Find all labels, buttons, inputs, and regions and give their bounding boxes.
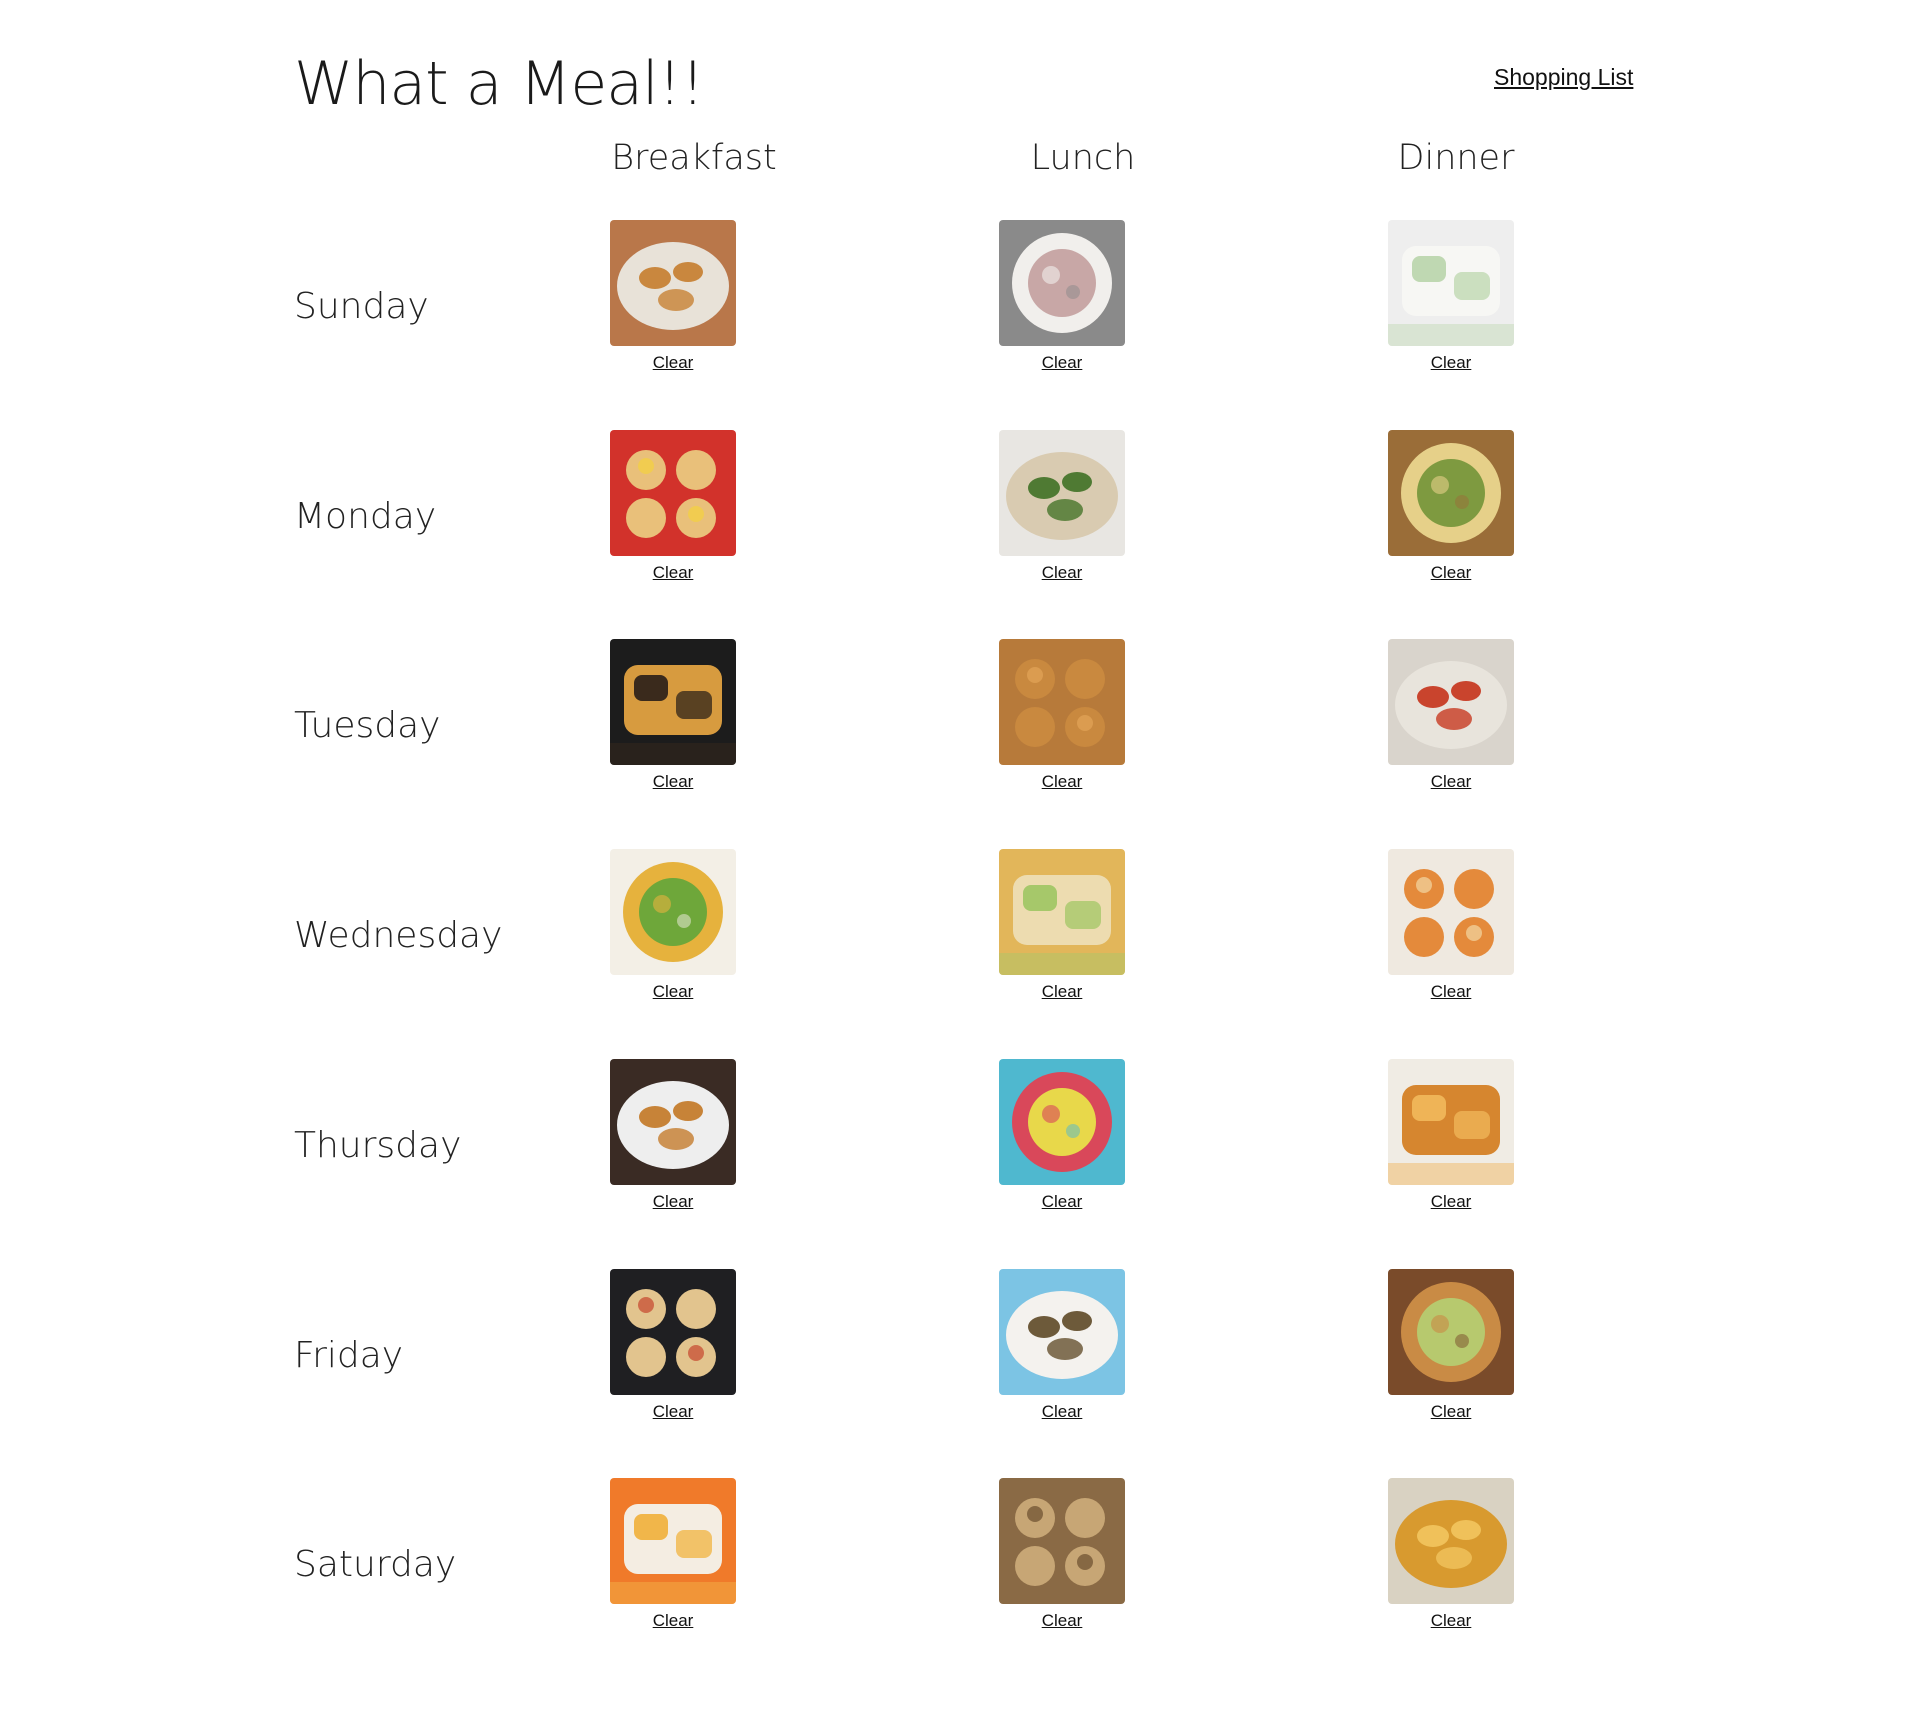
chips-and-veggies-photo[interactable] — [999, 849, 1125, 975]
day-label-sunday: Sunday — [294, 286, 429, 327]
pigs-in-blanket-photo[interactable] — [610, 220, 736, 346]
clear-link[interactable]: Clear — [610, 563, 736, 583]
meal-cell-tuesday-lunch: Clear — [999, 639, 1125, 792]
clear-link[interactable]: Clear — [999, 563, 1125, 583]
seeded-bread-photo[interactable] — [1388, 849, 1514, 975]
meal-cell-saturday-dinner: Clear — [1388, 1478, 1514, 1631]
clear-link[interactable]: Clear — [1388, 563, 1514, 583]
dinner-rolls-photo[interactable] — [1388, 1059, 1514, 1185]
green-salad-photo[interactable] — [999, 430, 1125, 556]
clear-link[interactable]: Clear — [610, 1192, 736, 1212]
calzone-photo[interactable] — [1388, 430, 1514, 556]
clear-link[interactable]: Clear — [999, 982, 1125, 1002]
mint-ice-cream-photo[interactable] — [1388, 220, 1514, 346]
yeast-rolls-photo[interactable] — [1388, 1478, 1514, 1604]
meal-cell-thursday-lunch: Clear — [999, 1059, 1125, 1212]
meal-cell-friday-breakfast: Clear — [610, 1269, 736, 1422]
clear-link[interactable]: Clear — [610, 772, 736, 792]
meal-cell-wednesday-breakfast: Clear — [610, 849, 736, 1002]
clear-link[interactable]: Clear — [610, 1402, 736, 1422]
clear-link[interactable]: Clear — [610, 353, 736, 373]
meal-cell-friday-dinner: Clear — [1388, 1269, 1514, 1422]
grain-bowl-photo[interactable] — [999, 1269, 1125, 1395]
meal-cell-saturday-breakfast: Clear — [610, 1478, 736, 1631]
meal-cell-friday-lunch: Clear — [999, 1269, 1125, 1422]
strawberry-smoothie-photo[interactable] — [999, 1059, 1125, 1185]
meal-cell-sunday-breakfast: Clear — [610, 220, 736, 373]
clear-link[interactable]: Clear — [1388, 772, 1514, 792]
meal-cell-monday-dinner: Clear — [1388, 430, 1514, 583]
page-title: What a Meal!! — [294, 49, 705, 119]
clear-link[interactable]: Clear — [999, 1192, 1125, 1212]
shopping-list-link[interactable]: Shopping List — [1494, 64, 1633, 91]
meal-cell-monday-lunch: Clear — [999, 430, 1125, 583]
meal-cell-thursday-dinner: Clear — [1388, 1059, 1514, 1212]
day-label-wednesday: Wednesday — [294, 915, 503, 956]
day-label-saturday: Saturday — [294, 1544, 457, 1585]
parfait-cups-photo[interactable] — [610, 1478, 736, 1604]
clear-link[interactable]: Clear — [1388, 1192, 1514, 1212]
meal-cell-sunday-lunch: Clear — [999, 220, 1125, 373]
clear-link[interactable]: Clear — [999, 1611, 1125, 1631]
quick-bread-photo[interactable] — [999, 1478, 1125, 1604]
crescent-rolls-photo[interactable] — [610, 1059, 736, 1185]
meal-cell-wednesday-lunch: Clear — [999, 849, 1125, 1002]
egg-casserole-photo[interactable] — [610, 849, 736, 975]
column-header-breakfast: Breakfast — [611, 138, 777, 178]
clear-link[interactable]: Clear — [1388, 353, 1514, 373]
clear-link[interactable]: Clear — [1388, 1402, 1514, 1422]
day-label-tuesday: Tuesday — [294, 705, 441, 746]
breakfast-burrito-photo[interactable] — [610, 430, 736, 556]
day-label-monday: Monday — [294, 496, 437, 537]
meal-cell-wednesday-dinner: Clear — [1388, 849, 1514, 1002]
clear-link[interactable]: Clear — [1388, 1611, 1514, 1631]
meal-cell-monday-breakfast: Clear — [610, 430, 736, 583]
flatbread-pizza-photo[interactable] — [610, 1269, 736, 1395]
grilled-sandwich-photo[interactable] — [610, 639, 736, 765]
day-label-friday: Friday — [294, 1335, 404, 1376]
burger-sliders-photo[interactable] — [1388, 1269, 1514, 1395]
meal-cell-saturday-lunch: Clear — [999, 1478, 1125, 1631]
meal-cell-sunday-dinner: Clear — [1388, 220, 1514, 373]
meal-cell-thursday-breakfast: Clear — [610, 1059, 736, 1212]
clear-link[interactable]: Clear — [999, 1402, 1125, 1422]
clear-link[interactable]: Clear — [1388, 982, 1514, 1002]
column-header-lunch: Lunch — [1030, 138, 1136, 178]
sweet-potato-biscuits-photo[interactable] — [999, 639, 1125, 765]
clear-link[interactable]: Clear — [610, 1611, 736, 1631]
day-label-thursday: Thursday — [294, 1125, 462, 1166]
clear-link[interactable]: Clear — [999, 772, 1125, 792]
clear-link[interactable]: Clear — [999, 353, 1125, 373]
creamed-toast-photo[interactable] — [999, 220, 1125, 346]
column-header-dinner: Dinner — [1397, 138, 1515, 178]
meal-cell-tuesday-breakfast: Clear — [610, 639, 736, 792]
meal-cell-tuesday-dinner: Clear — [1388, 639, 1514, 792]
clear-link[interactable]: Clear — [610, 982, 736, 1002]
panzanella-salad-photo[interactable] — [1388, 639, 1514, 765]
